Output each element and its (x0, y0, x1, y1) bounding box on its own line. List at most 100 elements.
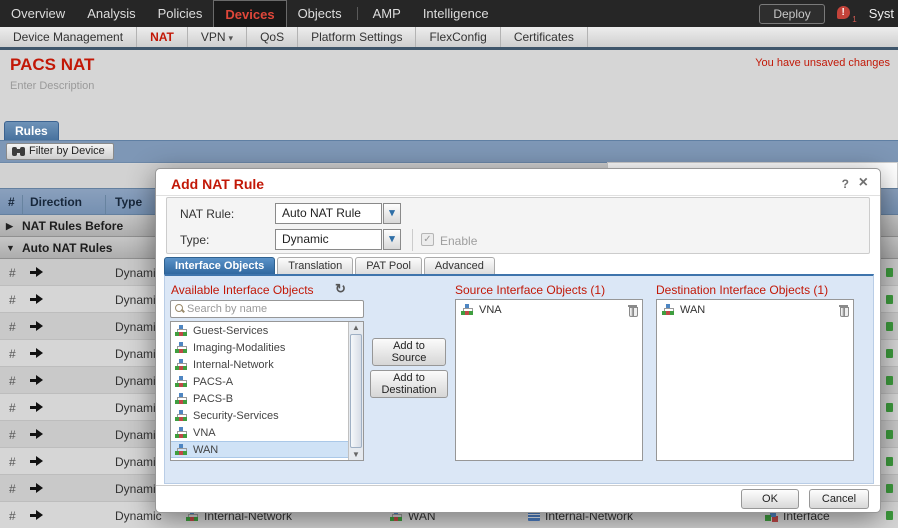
list-item-wan[interactable]: WAN (171, 441, 349, 458)
nav-policies[interactable]: Policies (147, 0, 214, 27)
interface-group-icon (175, 358, 188, 371)
close-icon[interactable]: × (859, 174, 868, 192)
nat-rule-caret-icon[interactable]: ▾ (383, 203, 401, 224)
filter-by-device-button[interactable]: Filter by Device (6, 143, 114, 160)
source-item-label: VNA (479, 304, 502, 316)
interface-group-icon (175, 426, 188, 439)
direction-arrow-icon (30, 456, 43, 466)
firepower-nat-screen: Overview Analysis Policies Devices Objec… (0, 0, 898, 528)
type-caret-icon[interactable]: ▾ (383, 229, 401, 250)
subnav-qos[interactable]: QoS (247, 27, 299, 47)
devices-sub-nav: Device Management NAT VPN ▾ QoS Platform … (0, 27, 898, 50)
direction-arrow-icon (30, 267, 43, 277)
add-to-destination-button[interactable]: Add to Destination (370, 370, 448, 398)
rule-number: # (9, 428, 16, 442)
alert-count: 1 (852, 14, 857, 24)
list-item-guest-services[interactable]: Guest-Services (171, 322, 349, 339)
interface-group-icon (175, 409, 188, 422)
collapsed-triangle-icon: ▶ (6, 221, 13, 231)
rule-number: # (9, 482, 16, 496)
help-icon[interactable]: ? (842, 177, 849, 191)
list-scrollbar[interactable]: ▲ ▼ (348, 322, 363, 460)
list-item-imaging-modalities[interactable]: Imaging-Modalities (171, 339, 349, 356)
list-item-label: PACS-A (193, 375, 234, 388)
list-item-security-services[interactable]: Security-Services (171, 407, 349, 424)
interface-group-icon (175, 324, 188, 337)
scroll-down-icon[interactable]: ▼ (349, 450, 363, 459)
refresh-icon[interactable]: ↻ (335, 281, 346, 297)
tab-pat-pool[interactable]: PAT Pool (355, 257, 422, 274)
rule-status-icon (886, 376, 893, 385)
list-item-pacs-b[interactable]: PACS-B (171, 390, 349, 407)
nav-intelligence[interactable]: Intelligence (412, 0, 500, 27)
rules-toolbar (0, 140, 898, 163)
rule-number: # (9, 293, 16, 307)
search-input[interactable] (187, 302, 357, 316)
rule-settings-form: NAT Rule: Auto NAT Rule ▾ Type: Dynamic … (166, 197, 870, 254)
list-item-label: Guest-Services (193, 324, 269, 337)
unsaved-changes-notice: You have unsaved changes (755, 57, 890, 69)
column-divider (105, 195, 106, 214)
rule-status-icon (886, 430, 893, 439)
scrollbar-thumb[interactable] (350, 334, 362, 448)
list-item-internal-network[interactable]: Internal-Network (171, 356, 349, 373)
col-number: # (8, 195, 15, 209)
interface-group-icon (175, 375, 188, 388)
alert-exclamation-icon: ! (836, 5, 850, 19)
direction-arrow-icon (30, 294, 43, 304)
destination-item-wan[interactable]: WAN (657, 300, 853, 320)
source-item-vna[interactable]: VNA (456, 300, 642, 320)
tab-rules[interactable]: Rules (4, 121, 59, 140)
list-item-label: WAN (193, 443, 219, 456)
delete-icon[interactable] (628, 304, 638, 317)
nav-system[interactable]: Syst (869, 6, 894, 21)
subnav-flexconfig[interactable]: FlexConfig (416, 27, 501, 47)
rule-number: # (9, 401, 16, 415)
nat-rule-label: NAT Rule: (180, 207, 235, 221)
source-objects-box: VNA (455, 299, 643, 461)
nav-objects[interactable]: Objects (287, 0, 353, 27)
ok-button[interactable]: OK (741, 489, 799, 509)
rule-status-icon (886, 349, 893, 358)
rule-status-icon (886, 403, 893, 412)
nat-rule-select[interactable]: Auto NAT Rule (275, 203, 382, 224)
interface-objects-panel: Available Interface Objects ↻ Guest-Serv… (164, 274, 874, 484)
direction-arrow-icon (30, 375, 43, 385)
type-select[interactable]: Dynamic (275, 229, 382, 250)
rule-status-icon (886, 457, 893, 466)
cancel-button[interactable]: Cancel (809, 489, 869, 509)
dialog-tabs: Interface Objects Translation PAT Pool A… (164, 257, 497, 274)
delete-icon[interactable] (839, 304, 849, 317)
binoculars-icon (12, 147, 25, 156)
nav-analysis[interactable]: Analysis (76, 0, 146, 27)
subnav-vpn[interactable]: VPN ▾ (188, 27, 248, 47)
enable-checkbox: ✓ (421, 233, 434, 246)
interface-group-icon (175, 392, 188, 405)
subnav-nat[interactable]: NAT (137, 27, 188, 47)
subnav-certificates[interactable]: Certificates (501, 27, 588, 47)
rule-number: # (9, 374, 16, 388)
top-nav: Overview Analysis Policies Devices Objec… (0, 0, 898, 27)
enable-label: Enable (440, 234, 478, 248)
description-placeholder[interactable]: Enter Description (10, 80, 94, 92)
filter-by-device-label: Filter by Device (29, 145, 105, 157)
list-item-label: VNA (193, 426, 216, 439)
search-icon (175, 304, 185, 314)
subnav-platform-settings[interactable]: Platform Settings (298, 27, 417, 47)
tab-advanced[interactable]: Advanced (423, 257, 495, 274)
system-alert-icon[interactable]: ! 1 (836, 5, 857, 24)
tab-translation[interactable]: Translation (277, 257, 354, 274)
deploy-button[interactable]: Deploy (759, 3, 825, 24)
tab-interface-objects[interactable]: Interface Objects (164, 257, 276, 274)
list-item-vna[interactable]: VNA (171, 424, 349, 441)
rule-number: # (9, 509, 16, 523)
add-to-source-button[interactable]: Add to Source (372, 338, 446, 366)
source-objects-label: Source Interface Objects (1) (455, 283, 606, 297)
list-item-pacs-a[interactable]: PACS-A (171, 373, 349, 390)
page-title: PACS NAT (10, 55, 95, 74)
scroll-up-icon[interactable]: ▲ (349, 323, 363, 332)
nav-overview[interactable]: Overview (0, 0, 76, 27)
nav-devices[interactable]: Devices (213, 0, 287, 27)
nav-amp[interactable]: AMP (362, 0, 412, 27)
subnav-device-management[interactable]: Device Management (0, 27, 138, 47)
